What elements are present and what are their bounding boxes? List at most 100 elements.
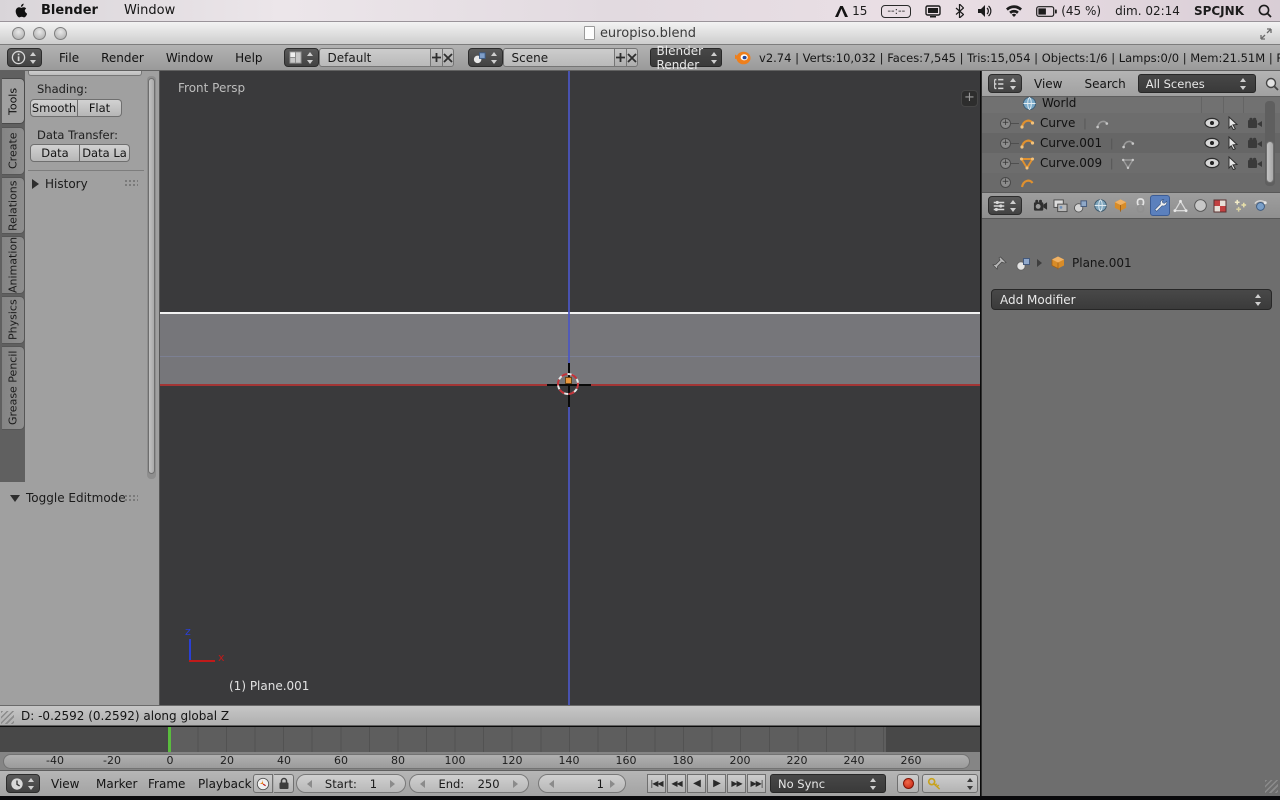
tab-physics[interactable] xyxy=(1250,195,1270,216)
tab-render-layers[interactable] xyxy=(1050,195,1070,216)
close-layout-button[interactable] xyxy=(443,48,454,67)
tab-constraints[interactable] xyxy=(1130,195,1150,216)
display-icon[interactable] xyxy=(925,5,941,18)
menu-window[interactable]: Window xyxy=(155,51,224,65)
play-button[interactable]: ▶ xyxy=(707,774,726,793)
close-scene-button[interactable] xyxy=(627,48,638,67)
viewport-3d[interactable]: Front Persp + z x (1) Plane.001 xyxy=(160,71,980,705)
expand-icon[interactable]: + xyxy=(1000,118,1011,129)
timeline-playhead[interactable] xyxy=(168,727,171,752)
eye-icon[interactable] xyxy=(1204,157,1220,169)
lock-time-button[interactable] xyxy=(274,774,294,793)
add-layout-button[interactable] xyxy=(431,48,443,67)
menu-render[interactable]: Render xyxy=(90,51,155,65)
frame-start-field[interactable]: Start: 1 xyxy=(296,774,406,793)
record-button[interactable] xyxy=(897,774,919,793)
tab-relations[interactable]: Relations xyxy=(2,177,25,234)
apple-icon[interactable] xyxy=(14,3,27,18)
tool-shelf-scrollbar[interactable] xyxy=(147,76,156,479)
scene-browse-button[interactable] xyxy=(468,48,503,67)
add-modifier-button[interactable]: Add Modifier xyxy=(991,289,1272,310)
input-source[interactable]: SPCJNK xyxy=(1194,4,1244,18)
outliner-scrollbar-thumb[interactable] xyxy=(1266,141,1274,183)
render-camera-icon[interactable] xyxy=(1247,117,1263,130)
tab-physics[interactable]: Physics xyxy=(2,296,25,344)
tab-world[interactable] xyxy=(1090,195,1110,216)
battery-time-indicator[interactable]: --:-- xyxy=(881,5,911,18)
start-increment-icon[interactable] xyxy=(390,780,395,788)
timeline-menu-marker[interactable]: Marker xyxy=(96,777,137,791)
cursor-arrow-icon[interactable] xyxy=(1227,156,1239,170)
scene-name-field[interactable]: Scene xyxy=(503,48,615,67)
tab-object-data[interactable] xyxy=(1170,195,1190,216)
tab-create[interactable]: Create xyxy=(2,127,25,175)
properties-editor-type-button[interactable] xyxy=(988,196,1022,215)
tab-animation[interactable]: Animation xyxy=(2,236,25,294)
operator-grip-icon[interactable] xyxy=(124,494,138,502)
region-expand-button[interactable]: + xyxy=(961,90,978,107)
tab-render[interactable] xyxy=(1030,195,1050,216)
render-engine-select[interactable]: Blender Render xyxy=(650,48,723,67)
timeline-scrollbar[interactable] xyxy=(3,754,970,769)
frame-end-field[interactable]: End: 250 xyxy=(409,774,529,793)
cursor-arrow-icon[interactable] xyxy=(1227,116,1239,130)
eye-icon[interactable] xyxy=(1204,137,1220,149)
tab-tools[interactable]: Tools xyxy=(2,78,25,124)
outliner-row-curve-009[interactable]: + Curve.009 ❘ xyxy=(982,153,1280,173)
wifi-icon[interactable] xyxy=(1006,5,1022,17)
region-resize-grip[interactable] xyxy=(1,711,14,724)
timeline-menu-view[interactable]: View xyxy=(51,777,79,791)
window-resize-icon[interactable] xyxy=(1260,28,1272,40)
tab-particles[interactable] xyxy=(1230,195,1250,216)
eye-icon[interactable] xyxy=(1204,117,1220,129)
object-context-icon[interactable] xyxy=(1015,256,1031,271)
time-display-toggle-button[interactable] xyxy=(253,774,273,793)
shade-smooth-button[interactable]: Smooth xyxy=(30,99,78,117)
pin-icon[interactable] xyxy=(992,256,1007,271)
tab-texture[interactable] xyxy=(1210,195,1230,216)
tab-modifiers[interactable] xyxy=(1150,195,1170,216)
window-close-button[interactable] xyxy=(12,27,25,40)
object-origin-point[interactable] xyxy=(565,377,572,384)
jump-to-end-button[interactable]: ▶▶| xyxy=(747,774,766,793)
timeline-ruler[interactable]: -40 -20 0 20 40 60 80 100 120 140 160 18… xyxy=(0,752,980,770)
operator-panel-header[interactable]: Toggle Editmode xyxy=(10,491,126,505)
history-panel-header[interactable]: History xyxy=(32,177,88,191)
outliner-row-world[interactable]: World xyxy=(982,97,1280,113)
window-minimize-button[interactable] xyxy=(33,27,46,40)
outliner-menu-search[interactable]: Search xyxy=(1084,77,1125,91)
outliner-scrollbar[interactable] xyxy=(1265,101,1275,186)
cursor-arrow-icon[interactable] xyxy=(1227,136,1239,150)
render-camera-icon[interactable] xyxy=(1247,137,1263,150)
menubar-clock[interactable]: dim. 02:14 xyxy=(1115,4,1180,18)
play-reverse-button[interactable]: ◀ xyxy=(687,774,706,793)
tool-shelf-scrollbar-thumb[interactable] xyxy=(148,78,155,474)
app-indicator[interactable]: 15 xyxy=(834,4,867,18)
screen-layout-field[interactable]: Default xyxy=(319,48,431,67)
next-keyframe-button[interactable]: ▶▶ xyxy=(727,774,746,793)
auto-keying-set-button[interactable] xyxy=(922,774,978,793)
outliner-search-icon[interactable] xyxy=(1264,76,1280,92)
menu-file[interactable]: File xyxy=(48,51,90,65)
battery-indicator[interactable]: (45 %) xyxy=(1036,4,1101,18)
render-camera-icon[interactable] xyxy=(1247,157,1263,170)
properties-resize-grip[interactable] xyxy=(1265,780,1278,793)
data-layout-button[interactable]: Data La xyxy=(80,144,130,162)
window-zoom-button[interactable] xyxy=(54,27,67,40)
timeline-menu-playback[interactable]: Playback xyxy=(198,777,252,791)
end-decrement-icon[interactable] xyxy=(420,780,425,788)
data-button[interactable]: Data xyxy=(30,144,80,162)
tab-scene[interactable] xyxy=(1070,195,1090,216)
editor-type-button[interactable] xyxy=(7,48,42,67)
spotlight-icon[interactable] xyxy=(1258,4,1272,18)
expand-icon[interactable]: + xyxy=(1000,138,1011,149)
menubar-app-name[interactable]: Blender xyxy=(41,3,98,18)
timeline-editor-type-button[interactable] xyxy=(6,774,40,793)
outliner-row-curve[interactable]: + Curve ❘ xyxy=(982,113,1280,133)
timeline-menu-frame[interactable]: Frame xyxy=(148,777,185,791)
timeline-canvas[interactable] xyxy=(0,727,980,752)
shade-flat-button[interactable]: Flat xyxy=(78,99,122,117)
current-frame-field[interactable]: 1 xyxy=(538,774,626,793)
outliner-row-curve-001[interactable]: + Curve.001 ❘ xyxy=(982,133,1280,153)
bluetooth-icon[interactable] xyxy=(955,4,964,18)
